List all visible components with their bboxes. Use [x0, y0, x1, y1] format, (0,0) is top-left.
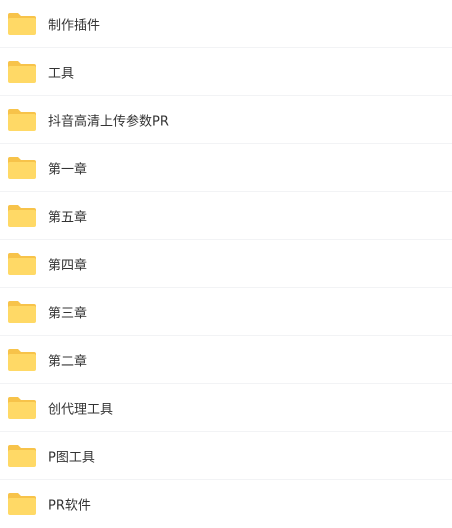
folder-icon — [8, 12, 36, 35]
folder-row[interactable]: 第三章 — [0, 288, 452, 336]
folder-icon — [8, 444, 36, 467]
folder-row[interactable]: 工具 — [0, 48, 452, 96]
folder-row[interactable]: 第五章 — [0, 192, 452, 240]
folder-name: 第五章 — [48, 210, 88, 225]
folder-icon — [8, 60, 36, 83]
folder-icon — [8, 348, 36, 371]
folder-name: 工具 — [48, 66, 75, 81]
folder-icon — [8, 252, 36, 275]
folder-row[interactable]: PR软件 — [0, 480, 452, 528]
folder-name: 创代理工具 — [48, 402, 114, 417]
folder-name: 第二章 — [48, 354, 88, 369]
folder-list: 制作插件 工具 抖音高清上传参数PR 第一章 第五章 第四章 第三章 第二章 创… — [0, 0, 452, 515]
folder-name: P图工具 — [48, 450, 95, 465]
folder-row[interactable]: 第四章 — [0, 240, 452, 288]
folder-icon — [8, 396, 36, 419]
folder-row[interactable]: P图工具 — [0, 432, 452, 480]
folder-name: PR软件 — [48, 498, 91, 514]
folder-row[interactable]: 抖音高清上传参数PR — [0, 96, 452, 144]
folder-name: 第三章 — [48, 306, 88, 321]
folder-name: 抖音高清上传参数PR — [48, 114, 169, 129]
folder-name: 第一章 — [48, 162, 88, 177]
folder-icon — [8, 108, 36, 131]
folder-icon — [8, 300, 36, 323]
folder-row[interactable]: 创代理工具 — [0, 384, 452, 432]
folder-icon — [8, 204, 36, 227]
folder-row[interactable]: 第一章 — [0, 144, 452, 192]
folder-name: 制作插件 — [48, 18, 101, 33]
folder-row[interactable]: 第二章 — [0, 336, 452, 384]
folder-icon — [8, 493, 36, 515]
folder-icon — [8, 156, 36, 179]
folder-row[interactable]: 制作插件 — [0, 0, 452, 48]
folder-name: 第四章 — [48, 258, 88, 273]
